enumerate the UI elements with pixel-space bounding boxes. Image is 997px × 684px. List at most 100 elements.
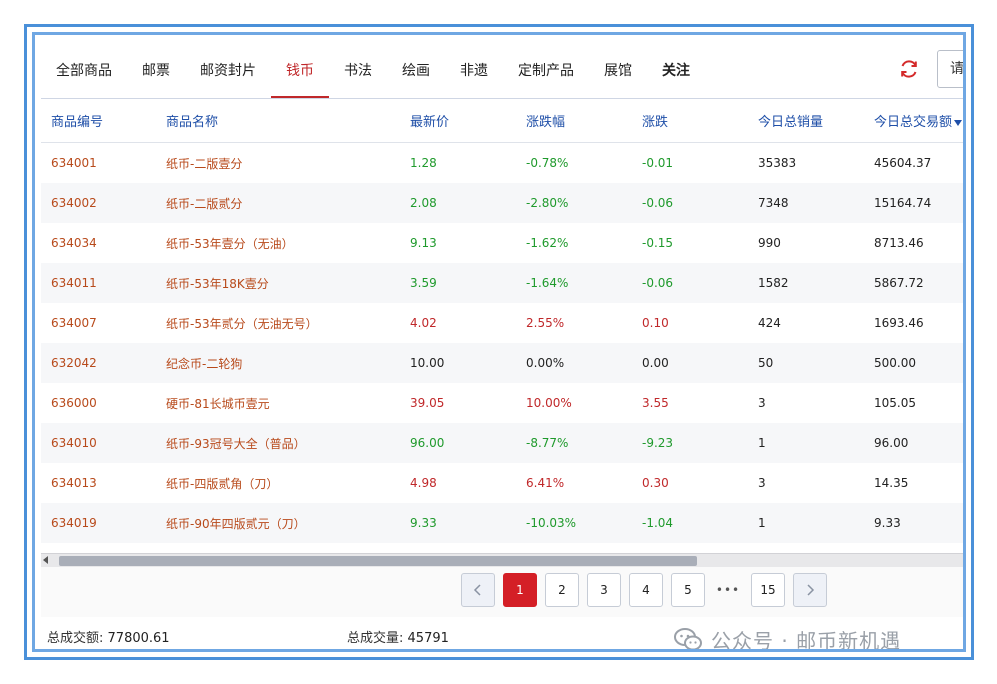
cell-change: -9.23 xyxy=(642,436,674,450)
cell-price: 9.33 xyxy=(410,516,437,530)
pagination: 1 2 3 4 5 ••• 15 xyxy=(461,573,835,607)
tab-custom-products[interactable]: 定制产品 xyxy=(503,47,589,99)
cell-pct: -2.80% xyxy=(526,196,569,210)
cell-price: 96.00 xyxy=(410,436,445,450)
cell-pct: 10.00% xyxy=(526,396,572,410)
cell-amount: 96.00 xyxy=(874,436,909,450)
cell-change: 0.10 xyxy=(642,316,669,330)
total-volume-value: 45791 xyxy=(407,631,449,646)
table-row[interactable]: 634011 纸币-53年18K壹分 3.59 -1.64% -0.06 158… xyxy=(41,263,963,303)
cell-name[interactable]: 纪念币-二轮狗 xyxy=(156,355,400,372)
cell-price: 9.13 xyxy=(410,236,437,250)
tab-painting[interactable]: 绘画 xyxy=(387,47,445,99)
table-row[interactable]: 634010 纸币-93冠号大全（普品） 96.00 -8.77% -9.23 … xyxy=(41,423,963,463)
tab-postal-stationery[interactable]: 邮资封片 xyxy=(185,47,271,99)
cell-price: 4.98 xyxy=(410,476,437,490)
cell-code: 634007 xyxy=(51,316,97,330)
cell-amount: 105.05 xyxy=(874,396,916,410)
cell-pct: -8.77% xyxy=(526,436,569,450)
table-row[interactable]: 636000 硬币-81长城币壹元 39.05 10.00% 3.55 3 10… xyxy=(41,383,963,423)
tab-intangible-heritage[interactable]: 非遗 xyxy=(445,47,503,99)
total-amount: 总成交额: 77800.61 xyxy=(47,627,347,646)
pagination-ellipsis: ••• xyxy=(715,583,741,597)
table-row[interactable]: 634007 纸币-53年贰分（无油无号） 4.02 2.55% 0.10 42… xyxy=(41,303,963,343)
tab-exhibition[interactable]: 展馆 xyxy=(589,47,647,99)
total-amount-label: 总成交额: xyxy=(47,631,104,646)
tab-calligraphy[interactable]: 书法 xyxy=(329,47,387,99)
table-row[interactable]: 634001 纸币-二版壹分 1.28 -0.78% -0.01 35383 4… xyxy=(41,143,963,183)
cell-price: 39.05 xyxy=(410,396,445,410)
cell-pct: -0.78% xyxy=(526,156,569,170)
chevron-left-icon xyxy=(473,584,481,596)
cell-volume: 7348 xyxy=(758,196,789,210)
cell-name[interactable]: 硬币-81长城币壹元 xyxy=(156,395,400,412)
cell-name[interactable]: 纸币-53年贰分（无油无号） xyxy=(156,315,400,332)
page-button-2[interactable]: 2 xyxy=(545,573,579,607)
page-button-5[interactable]: 5 xyxy=(671,573,705,607)
quotes-table: 商品编号 商品名称 最新价 涨跌幅 涨跌 今日总销量 今日总交易额 634001… xyxy=(41,99,963,543)
cell-price: 1.28 xyxy=(410,156,437,170)
cell-volume: 1582 xyxy=(758,276,789,290)
header-change[interactable]: 涨跌 xyxy=(632,111,748,130)
scrollbar-thumb[interactable] xyxy=(59,556,697,566)
refresh-icon[interactable] xyxy=(897,57,921,81)
cell-amount: 1693.46 xyxy=(874,316,924,330)
header-code[interactable]: 商品编号 xyxy=(41,111,156,130)
cell-code: 634002 xyxy=(51,196,97,210)
cell-change: -1.04 xyxy=(642,516,674,530)
tab-following[interactable]: 关注 xyxy=(647,47,705,99)
cell-volume: 3 xyxy=(758,476,766,490)
page-button-1[interactable]: 1 xyxy=(503,573,537,607)
cell-change: -0.06 xyxy=(642,276,674,290)
cell-volume: 1 xyxy=(758,436,766,450)
cell-amount: 8713.46 xyxy=(874,236,924,250)
cell-name[interactable]: 纸币-90年四版贰元（刀） xyxy=(156,515,400,532)
prev-page-button[interactable] xyxy=(461,573,495,607)
table-row[interactable]: 632042 纪念币-二轮狗 10.00 0.00% 0.00 50 500.0… xyxy=(41,343,963,383)
cell-name[interactable]: 纸币-二版壹分 xyxy=(156,155,400,172)
totals-bar: 总成交额: 77800.61 总成交量: 45791 xyxy=(47,627,449,646)
total-volume: 总成交量: 45791 xyxy=(347,627,449,646)
cell-amount: 45604.37 xyxy=(874,156,932,170)
cell-amount: 15164.74 xyxy=(874,196,932,210)
scroll-left-arrow-icon[interactable] xyxy=(43,556,48,564)
cell-amount: 14.35 xyxy=(874,476,909,490)
cell-name[interactable]: 纸币-二版贰分 xyxy=(156,195,400,212)
cell-price: 4.02 xyxy=(410,316,437,330)
cell-name[interactable]: 纸币-93冠号大全（普品） xyxy=(156,435,400,452)
tab-coins[interactable]: 钱币 xyxy=(271,47,329,99)
header-latest-price[interactable]: 最新价 xyxy=(400,111,516,130)
tab-all-goods[interactable]: 全部商品 xyxy=(41,47,127,99)
table-row[interactable]: 634019 纸币-90年四版贰元（刀） 9.33 -10.03% -1.04 … xyxy=(41,503,963,543)
table-row[interactable]: 634034 纸币-53年壹分（无油） 9.13 -1.62% -0.15 99… xyxy=(41,223,963,263)
cell-amount: 5867.72 xyxy=(874,276,924,290)
cell-amount: 9.33 xyxy=(874,516,901,530)
header-today-volume[interactable]: 今日总销量 xyxy=(748,111,864,130)
cell-name[interactable]: 纸币-53年18K壹分 xyxy=(156,275,400,292)
wechat-icon xyxy=(674,627,702,649)
page-button-4[interactable]: 4 xyxy=(629,573,663,607)
page-button-3[interactable]: 3 xyxy=(587,573,621,607)
cell-pct: 0.00% xyxy=(526,356,565,370)
cell-volume: 3 xyxy=(758,396,766,410)
header-change-percent[interactable]: 涨跌幅 xyxy=(516,111,632,130)
horizontal-scrollbar[interactable] xyxy=(41,553,963,567)
header-name[interactable]: 商品名称 xyxy=(156,111,400,130)
cell-volume: 35383 xyxy=(758,156,797,170)
cell-pct: 2.55% xyxy=(526,316,565,330)
table-row[interactable]: 634002 纸币-二版贰分 2.08 -2.80% -0.06 7348 15… xyxy=(41,183,963,223)
cell-code: 634011 xyxy=(51,276,97,290)
cell-change: 3.55 xyxy=(642,396,669,410)
market-panel: 全部商品 邮票 邮资封片 钱币 书法 绘画 非遗 定制产品 展馆 关注 请 商品… xyxy=(32,32,966,652)
page-button-last[interactable]: 15 xyxy=(751,573,785,607)
search-input[interactable]: 请 xyxy=(937,50,963,88)
watermark: 公众号 · 邮币新机遇 xyxy=(673,625,901,649)
tab-stamps[interactable]: 邮票 xyxy=(127,47,185,99)
sort-down-icon[interactable] xyxy=(954,119,963,126)
cell-name[interactable]: 纸币-四版贰角（刀） xyxy=(156,475,400,492)
next-page-button[interactable] xyxy=(793,573,827,607)
cell-name[interactable]: 纸币-53年壹分（无油） xyxy=(156,235,400,252)
table-row[interactable]: 634013 纸币-四版贰角（刀） 4.98 6.41% 0.30 3 14.3… xyxy=(41,463,963,503)
cell-change: -0.06 xyxy=(642,196,674,210)
header-today-amount[interactable]: 今日总交易额 xyxy=(864,111,963,130)
